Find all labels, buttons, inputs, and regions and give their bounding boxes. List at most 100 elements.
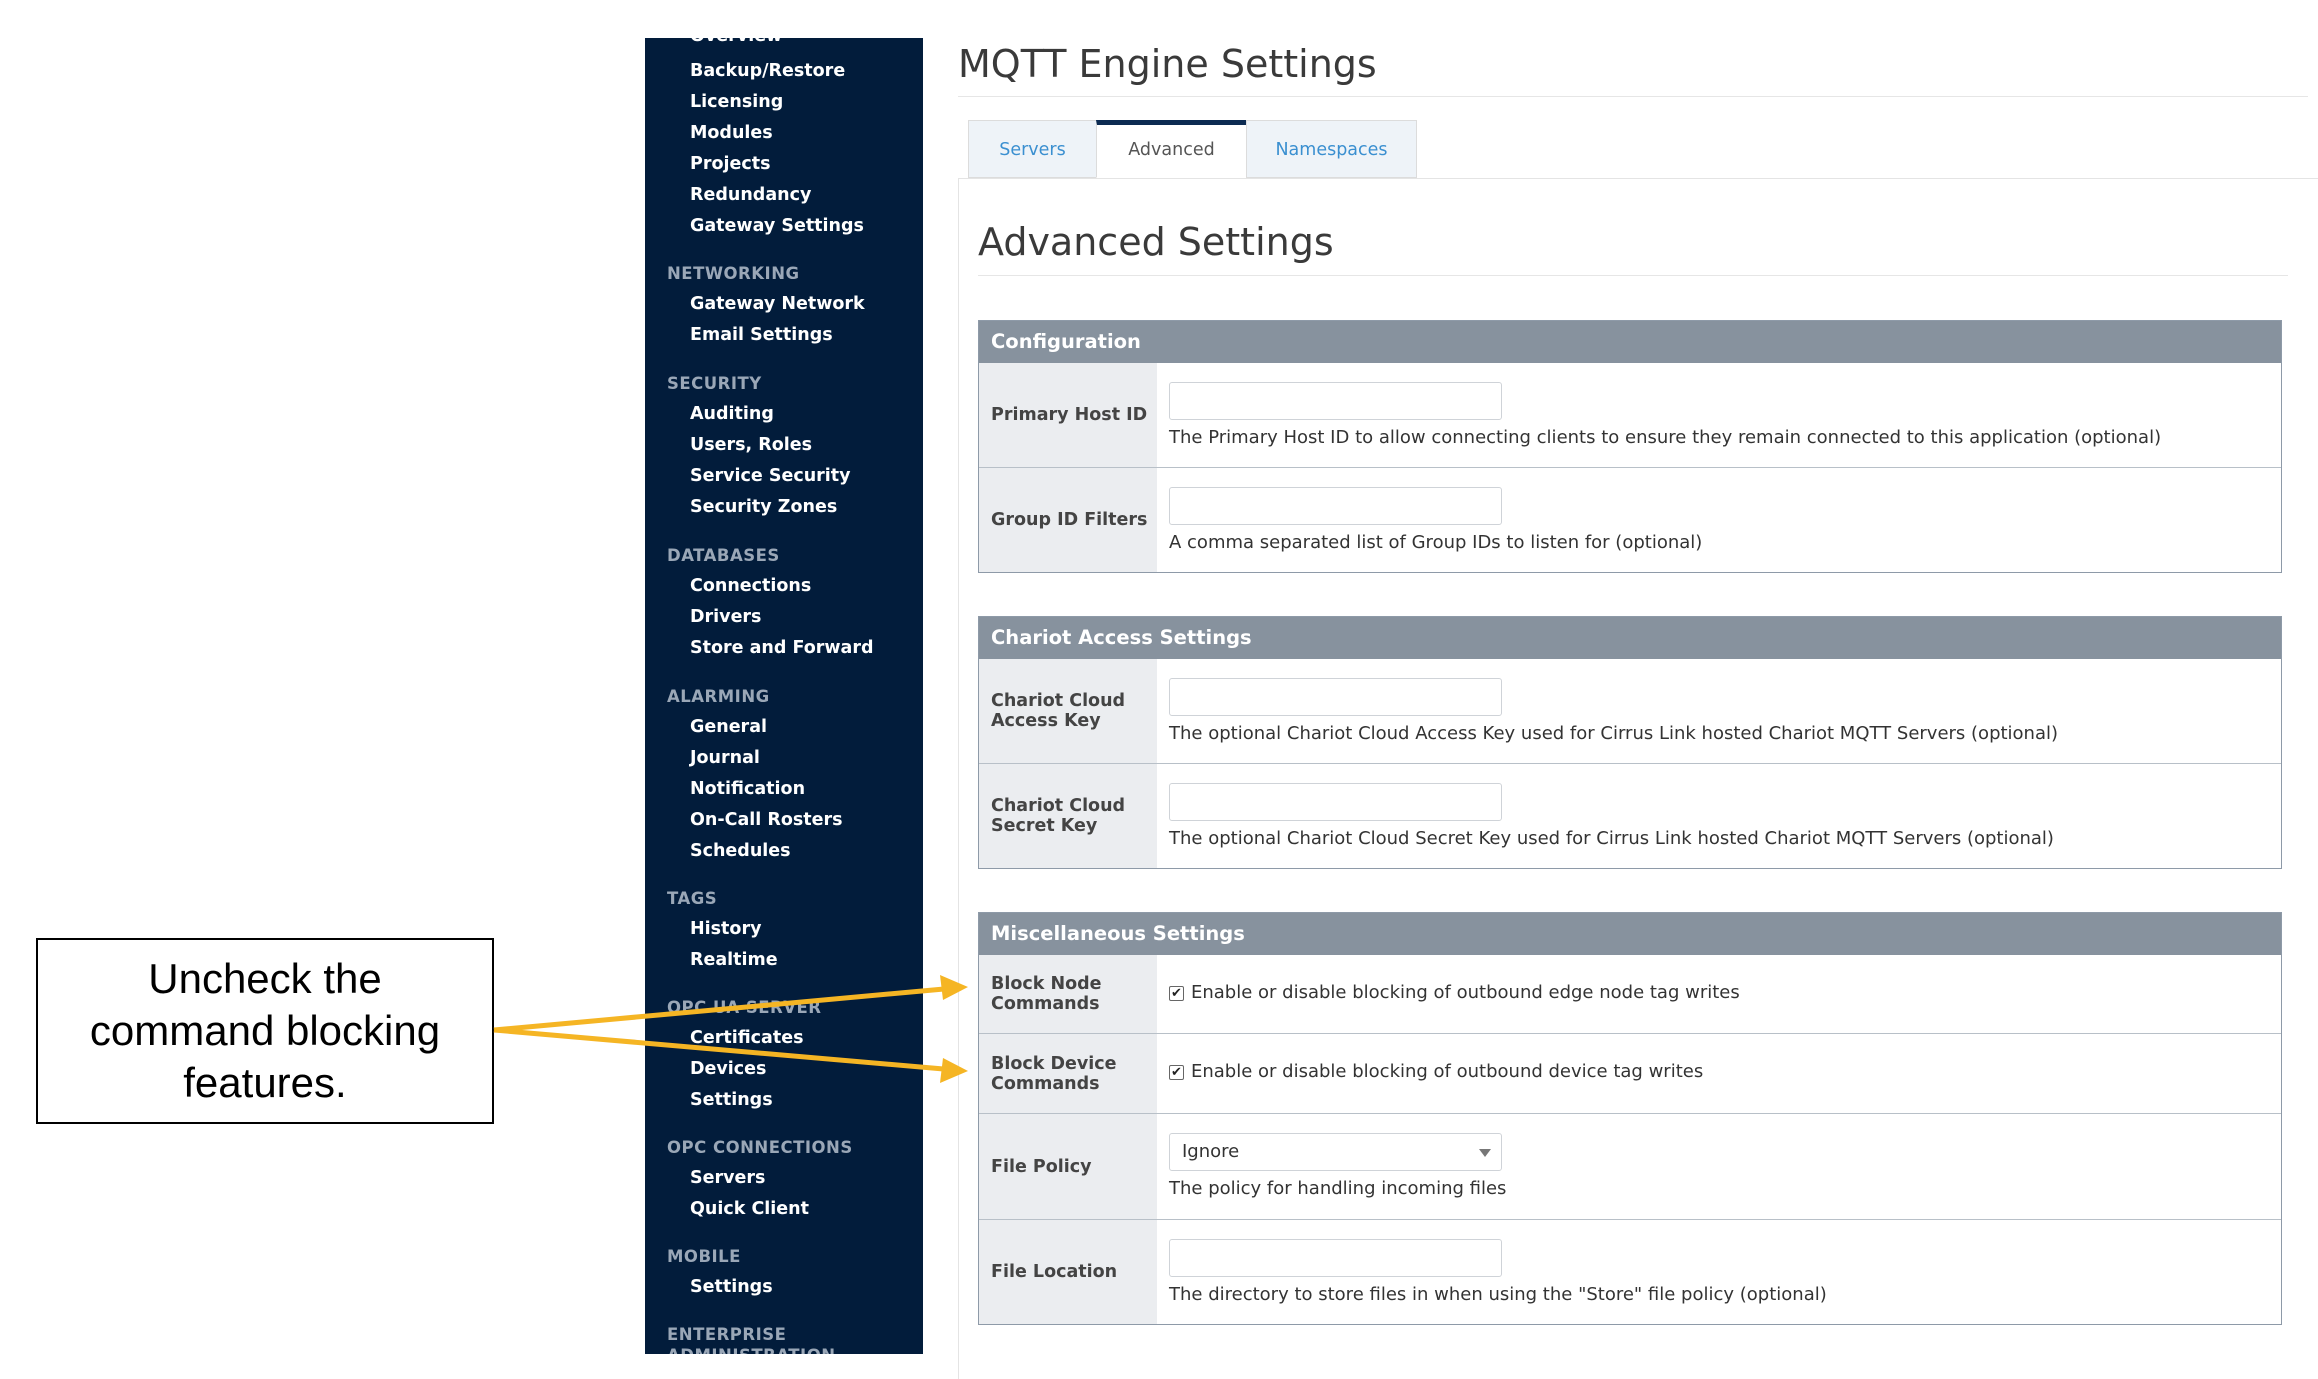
sidebar-section-security: SECURITY bbox=[667, 374, 762, 393]
secret-key-input[interactable] bbox=[1169, 783, 1502, 821]
access-key-body: The optional Chariot Cloud Access Key us… bbox=[1157, 659, 2281, 763]
access-key-input[interactable] bbox=[1169, 678, 1502, 716]
sidebar-item-schedules[interactable]: Schedules bbox=[690, 841, 791, 861]
sidebar-item-gateway-network[interactable]: Gateway Network bbox=[690, 294, 865, 314]
file-policy-row: File Policy Ignore The policy for handli… bbox=[979, 1113, 2281, 1219]
block-node-checkbox[interactable]: ✔ bbox=[1169, 986, 1184, 1001]
sidebar-section-alarming: ALARMING bbox=[667, 687, 770, 706]
file-policy-value: Ignore bbox=[1182, 1141, 1240, 1162]
sidebar-item-mobile-settings[interactable]: Settings bbox=[690, 1277, 773, 1297]
sidebar-item-users-roles[interactable]: Users, Roles bbox=[690, 435, 812, 455]
title-divider bbox=[958, 96, 2308, 97]
primary-host-input[interactable] bbox=[1169, 382, 1502, 420]
file-location-body: The directory to store files in when usi… bbox=[1157, 1220, 2281, 1324]
sidebar-item-on-call-rosters[interactable]: On-Call Rosters bbox=[690, 810, 843, 830]
group-filters-hint: A comma separated list of Group IDs to l… bbox=[1169, 532, 1703, 553]
sidebar-item-devices[interactable]: Devices bbox=[690, 1059, 766, 1079]
secret-key-body: The optional Chariot Cloud Secret Key us… bbox=[1157, 764, 2281, 868]
sidebar-item-realtime[interactable]: Realtime bbox=[690, 950, 778, 970]
sidebar-item-quick-client[interactable]: Quick Client bbox=[690, 1199, 809, 1219]
secret-key-label: Chariot Cloud Secret Key bbox=[979, 764, 1157, 868]
caret-down-icon bbox=[1479, 1149, 1491, 1157]
sidebar-item-projects[interactable]: Projects bbox=[690, 154, 771, 174]
sidebar-section-opc-connections: OPC CONNECTIONS bbox=[667, 1138, 853, 1157]
group-filters-row: Group ID Filters A comma separated list … bbox=[979, 467, 2281, 572]
block-device-label: Block Device Commands bbox=[979, 1034, 1157, 1113]
block-device-text: Enable or disable blocking of outbound d… bbox=[1191, 1061, 1704, 1082]
callout-line-3: features. bbox=[183, 1059, 347, 1106]
file-policy-hint: The policy for handling incoming files bbox=[1169, 1178, 1507, 1199]
sidebar-item-servers[interactable]: Servers bbox=[690, 1168, 765, 1188]
instruction-callout: Uncheck the command blocking features. bbox=[36, 938, 494, 1124]
callout-line-2: command blocking bbox=[89, 1007, 441, 1054]
block-device-checkbox[interactable]: ✔ bbox=[1169, 1065, 1184, 1080]
sidebar-item-auditing[interactable]: Auditing bbox=[690, 404, 774, 424]
primary-host-row: Primary Host ID The Primary Host ID to a… bbox=[979, 363, 2281, 467]
tab-namespaces[interactable]: Namespaces bbox=[1246, 120, 1417, 178]
file-policy-label: File Policy bbox=[979, 1114, 1157, 1219]
sidebar-item-drivers[interactable]: Drivers bbox=[690, 607, 761, 627]
block-node-body: ✔ Enable or disable blocking of outbound… bbox=[1157, 955, 2281, 1033]
chariot-header: Chariot Access Settings bbox=[979, 617, 2281, 659]
sidebar-item-notification[interactable]: Notification bbox=[690, 779, 805, 799]
sidebar-item-gateway-settings[interactable]: Gateway Settings bbox=[690, 216, 864, 236]
sidebar-item-security-zones[interactable]: Security Zones bbox=[690, 497, 837, 517]
configuration-block: Configuration Primary Host ID The Primar… bbox=[978, 320, 2282, 573]
primary-host-label: Primary Host ID bbox=[979, 363, 1157, 467]
sidebar-section-databases: DATABASES bbox=[667, 546, 780, 565]
sidebar-item-service-security[interactable]: Service Security bbox=[690, 466, 851, 486]
sidebar-item-opcua-settings[interactable]: Settings bbox=[690, 1090, 773, 1110]
sidebar-section-mobile: MOBILE bbox=[667, 1247, 741, 1266]
misc-block: Miscellaneous Settings Block Node Command… bbox=[978, 912, 2282, 1325]
file-location-input[interactable] bbox=[1169, 1239, 1502, 1277]
sidebar-section-enterprise: ENTERPRISE bbox=[667, 1325, 787, 1344]
sidebar-item-overview[interactable]: Overview bbox=[690, 38, 782, 46]
block-device-row: Block Device Commands ✔ Enable or disable… bbox=[979, 1033, 2281, 1113]
chariot-block: Chariot Access Settings Chariot Cloud Acc… bbox=[978, 616, 2282, 869]
group-filters-input[interactable] bbox=[1169, 487, 1502, 525]
block-node-label: Block Node Commands bbox=[979, 955, 1157, 1033]
group-filters-body: A comma separated list of Group IDs to l… bbox=[1157, 468, 2281, 572]
group-filters-label: Group ID Filters bbox=[979, 468, 1157, 572]
block-node-row: Block Node Commands ✔ Enable or disable b… bbox=[979, 955, 2281, 1033]
sidebar-item-journal[interactable]: Journal bbox=[690, 748, 760, 768]
sidebar-item-backup-restore[interactable]: Backup/Restore bbox=[690, 61, 845, 81]
primary-host-hint: The Primary Host ID to allow connecting … bbox=[1169, 427, 2162, 448]
checkmark-icon: ✔ bbox=[1171, 986, 1182, 1001]
page-title: MQTT Engine Settings bbox=[958, 42, 1377, 86]
tab-servers[interactable]: Servers bbox=[968, 120, 1097, 178]
sidebar-item-certificates[interactable]: Certificates bbox=[690, 1028, 804, 1048]
tab-advanced[interactable]: Advanced bbox=[1096, 120, 1247, 178]
sidebar-section-tags: TAGS bbox=[667, 889, 718, 908]
sidebar-item-general[interactable]: General bbox=[690, 717, 767, 737]
sidebar-section-administration: ADMINISTRATION bbox=[667, 1346, 836, 1354]
file-policy-select[interactable]: Ignore bbox=[1169, 1133, 1502, 1171]
sidebar-section-opc-ua-server: OPC UA SERVER bbox=[667, 998, 822, 1017]
sidebar-item-modules[interactable]: Modules bbox=[690, 123, 773, 143]
block-node-text: Enable or disable blocking of outbound e… bbox=[1191, 982, 1740, 1003]
sidebar-item-licensing[interactable]: Licensing bbox=[690, 92, 783, 112]
access-key-label: Chariot Cloud Access Key bbox=[979, 659, 1157, 763]
sidebar-section-networking: NETWORKING bbox=[667, 264, 800, 283]
configuration-header: Configuration bbox=[979, 321, 2281, 363]
section-divider bbox=[978, 275, 2288, 276]
sidebar-item-email-settings[interactable]: Email Settings bbox=[690, 325, 833, 345]
callout-line-1: Uncheck the bbox=[148, 955, 382, 1002]
sidebar: Overview Backup/Restore Licensing Module… bbox=[645, 38, 923, 1354]
sidebar-item-connections[interactable]: Connections bbox=[690, 576, 811, 596]
block-device-body: ✔ Enable or disable blocking of outbound… bbox=[1157, 1034, 2281, 1113]
file-location-label: File Location bbox=[979, 1220, 1157, 1324]
access-key-row: Chariot Cloud Access Key The optional Cha… bbox=[979, 659, 2281, 763]
access-key-hint: The optional Chariot Cloud Access Key us… bbox=[1169, 723, 2059, 744]
sidebar-item-history[interactable]: History bbox=[690, 919, 762, 939]
file-location-row: File Location The directory to store fil… bbox=[979, 1219, 2281, 1324]
section-title: Advanced Settings bbox=[978, 220, 1334, 264]
checkmark-icon: ✔ bbox=[1171, 1065, 1182, 1080]
secret-key-hint: The optional Chariot Cloud Secret Key us… bbox=[1169, 828, 2054, 849]
sidebar-item-store-and-forward[interactable]: Store and Forward bbox=[690, 638, 874, 658]
secret-key-row: Chariot Cloud Secret Key The optional Cha… bbox=[979, 763, 2281, 868]
file-policy-body: Ignore The policy for handling incoming … bbox=[1157, 1114, 2281, 1219]
sidebar-item-redundancy[interactable]: Redundancy bbox=[690, 185, 811, 205]
file-location-hint: The directory to store files in when usi… bbox=[1169, 1284, 1827, 1305]
misc-header: Miscellaneous Settings bbox=[979, 913, 2281, 955]
